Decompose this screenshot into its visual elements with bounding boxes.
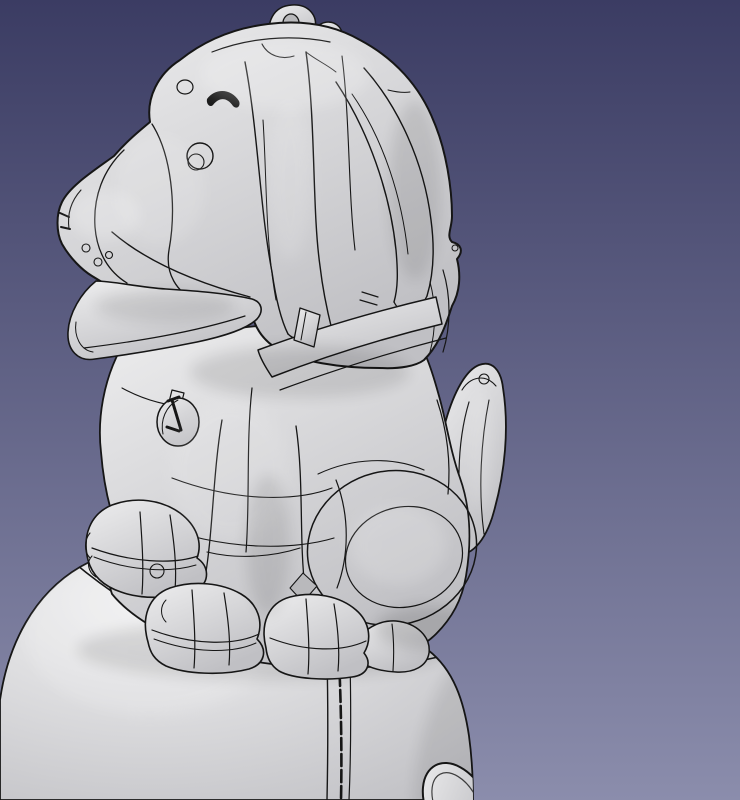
crown-highlight — [200, 40, 370, 110]
tail-highlight — [468, 390, 492, 510]
under-muzzle-shade — [95, 290, 235, 322]
haunch-highlight — [350, 505, 446, 585]
paw-surface[interactable] — [145, 583, 263, 673]
paw-surface[interactable] — [264, 595, 369, 679]
front-paw-near[interactable] — [145, 583, 263, 673]
between-legs-shade — [246, 475, 290, 615]
muzzle-highlight — [70, 190, 140, 240]
neck-shade — [190, 346, 410, 398]
3d-viewport[interactable] — [0, 0, 740, 800]
ear-highlight — [268, 100, 312, 260]
hind-paw[interactable] — [264, 595, 369, 679]
ear-shade — [389, 100, 441, 280]
model-canvas — [0, 0, 740, 800]
